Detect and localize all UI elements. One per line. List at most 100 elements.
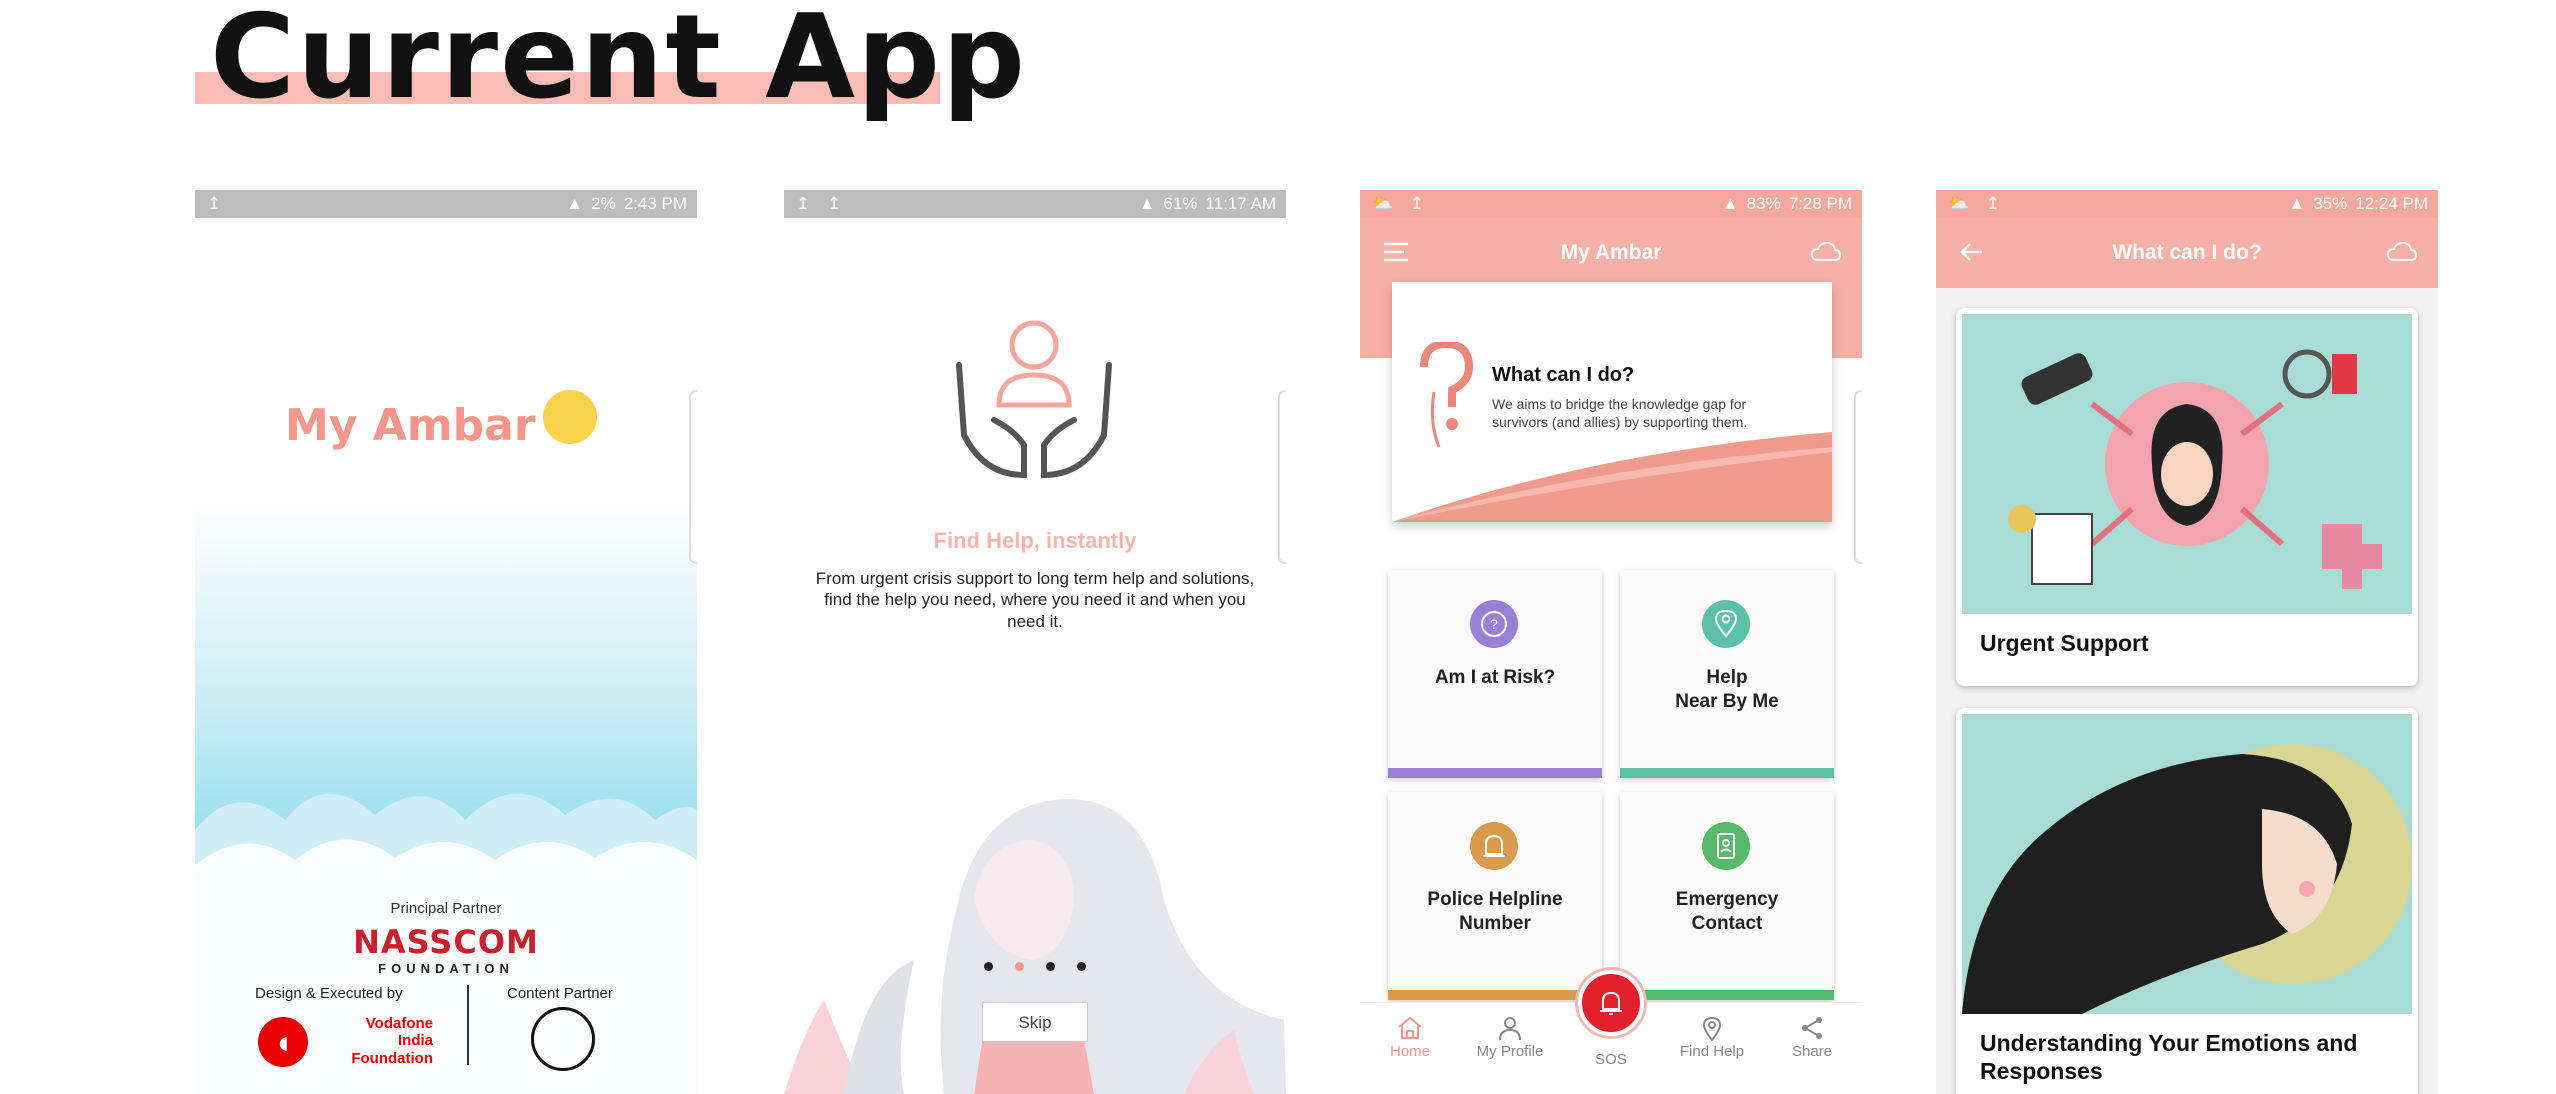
status-time: 7:28 PM — [1788, 194, 1852, 213]
page-dot[interactable] — [1046, 962, 1055, 971]
app-bar: My Ambar — [1360, 218, 1862, 288]
share-icon — [1802, 1017, 1822, 1039]
location-icon — [1702, 1016, 1722, 1041]
sos-button[interactable] — [1578, 970, 1644, 1036]
siren-icon — [1470, 822, 1518, 870]
location-pin-icon — [1702, 600, 1750, 648]
page-dot-active[interactable] — [1015, 962, 1024, 971]
content-label: Content Partner — [507, 985, 613, 1002]
nav-my-profile[interactable]: My Profile — [1460, 1015, 1560, 1060]
app-bar: What can I do? — [1936, 218, 2438, 288]
signal-icon: ▲ — [1138, 194, 1156, 213]
partner-divider — [467, 985, 469, 1065]
cloud-icon[interactable] — [2386, 240, 2418, 264]
contact-book-icon — [1702, 822, 1750, 870]
partners-row: Design & Executed by Content Partner ◖ V… — [195, 985, 697, 1094]
safety-logo-icon — [531, 1007, 595, 1071]
splash-screen: ↥ ▲ 2% 2:43 PM My Ambar Principal Partner … — [195, 190, 697, 1094]
tile-accent-bar — [1620, 768, 1834, 778]
cloud-icon[interactable] — [1810, 240, 1842, 264]
principal-label: Principal Partner — [390, 900, 502, 917]
vodafone-logo-icon: ◖ — [258, 1017, 308, 1067]
emotions-illustration — [1962, 714, 2412, 1014]
tile-accent-bar — [1620, 990, 1834, 1000]
onboarding-screen: ↥ ↥ ▲ 61% 11:17 AM Find Help, instantly Fr… — [784, 190, 1286, 1094]
upload-icon: ↥ — [207, 194, 228, 213]
status-bar: ⛅ ↥ ▲ 83% 7:28 PM — [1360, 190, 1862, 218]
next-screen-peek — [689, 390, 697, 564]
battery-level: 61% — [1163, 194, 1198, 213]
nasscom-logo: NASSCOM — [353, 923, 539, 961]
principal-partner: Principal Partner NASSCOM FOUNDATION — [195, 900, 697, 976]
battery-level: 35% — [2313, 194, 2348, 213]
nav-home[interactable]: Home — [1360, 1015, 1460, 1060]
tile-accent-bar — [1388, 990, 1602, 1000]
menu-icon[interactable] — [1382, 240, 1410, 264]
skip-button[interactable]: Skip — [982, 1002, 1088, 1042]
status-time: 12:24 PM — [2355, 194, 2428, 213]
nav-label: Find Help — [1679, 1043, 1745, 1060]
nav-label: Home — [1389, 1043, 1430, 1060]
onboarding-title: Find Help, instantly — [933, 528, 1137, 553]
home-icon — [1398, 1016, 1422, 1039]
nav-sos[interactable]: SOS — [1561, 1051, 1661, 1068]
next-screen-peek — [1854, 390, 1862, 564]
notification-icon: ⛅ ↥ — [1948, 194, 2007, 213]
page-title: Current App — [210, 0, 1028, 125]
help-hands-icon — [956, 320, 1112, 479]
battery-level: 83% — [1746, 194, 1781, 213]
card-urgent-support[interactable]: Urgent Support — [1956, 308, 2418, 686]
signal-icon: ▲ — [566, 194, 584, 213]
nav-label: Share — [1791, 1043, 1833, 1060]
status-bar: ↥ ▲ 2% 2:43 PM — [195, 190, 697, 218]
app-title: What can I do? — [2112, 241, 2262, 264]
notification-icon: ⛅ ↥ — [1372, 194, 1431, 213]
tile-accent-bar — [1388, 768, 1602, 778]
status-time: 2:43 PM — [623, 194, 687, 213]
tile-label: Am I at Risk? — [1434, 667, 1556, 688]
tile-police-helpline[interactable]: Police Helpline Number — [1388, 792, 1602, 1000]
home-screen: ⛅ ↥ ▲ 83% 7:28 PM My Ambar What can I do? … — [1360, 190, 1862, 1094]
tile-am-i-at-risk[interactable]: ? Am I at Risk? — [1388, 570, 1602, 778]
signal-icon: ▲ — [2288, 194, 2306, 213]
question-icon: ? — [1470, 600, 1518, 648]
hero-title: What can I do? — [1492, 364, 1635, 386]
tile-emergency-contact[interactable]: Emergency Contact — [1620, 792, 1834, 1000]
signal-icon: ▲ — [1721, 194, 1739, 213]
back-arrow-icon[interactable] — [1958, 240, 1986, 264]
urgent-support-illustration — [1962, 314, 2412, 614]
what-can-i-do-screen: ⛅ ↥ ▲ 35% 12:24 PM What can I do? Urgent S… — [1936, 190, 2438, 1094]
card-title: Urgent Support — [1980, 630, 2149, 656]
status-bar: ↥ ↥ ▲ 61% 11:17 AM — [784, 190, 1286, 218]
tile-label: Emergency Contact — [1675, 889, 1779, 934]
nav-label: SOS — [1595, 1051, 1627, 1068]
app-logo: My Ambar — [285, 400, 536, 451]
sun-icon — [543, 390, 597, 444]
app-title: My Ambar — [1560, 241, 1662, 264]
design-label: Design & Executed by — [255, 985, 403, 1002]
card-understanding-emotions[interactable]: Understanding Your Emotions and Response… — [1956, 708, 2418, 1094]
onboarding-body: From urgent crisis support to long term … — [815, 569, 1255, 631]
alarm-bell-icon — [1600, 991, 1622, 1015]
next-screen-peek — [1278, 390, 1286, 564]
tile-label: Police Helpline Number — [1427, 889, 1563, 934]
status-time: 11:17 AM — [1205, 194, 1276, 213]
profile-icon — [1499, 1017, 1521, 1041]
vodafone-name: Vodafone India Foundation — [351, 1015, 433, 1067]
nav-find-help[interactable]: Find Help — [1662, 1015, 1762, 1060]
pagination-dots — [984, 962, 1086, 971]
upload-icon: ↥ ↥ — [796, 194, 848, 213]
nav-share[interactable]: Share — [1762, 1015, 1862, 1060]
status-bar: ⛅ ↥ ▲ 35% 12:24 PM — [1936, 190, 2438, 218]
tile-label: Help Near By Me — [1675, 667, 1779, 712]
page-dot[interactable] — [1077, 962, 1086, 971]
svg-text:?: ? — [1490, 616, 1498, 632]
question-head-icon — [1420, 342, 1474, 448]
tile-help-near-by-me[interactable]: Help Near By Me — [1620, 570, 1834, 778]
hero-subtitle: We aims to bridge the knowledge gap for … — [1492, 396, 1748, 430]
page-dot[interactable] — [984, 962, 993, 971]
what-can-i-do-card[interactable]: What can I do? We aims to bridge the kno… — [1392, 282, 1832, 522]
nav-label: My Profile — [1476, 1043, 1544, 1060]
card-title: Understanding Your Emotions and Response… — [1980, 1030, 2358, 1084]
battery-level: 2% — [591, 194, 616, 213]
